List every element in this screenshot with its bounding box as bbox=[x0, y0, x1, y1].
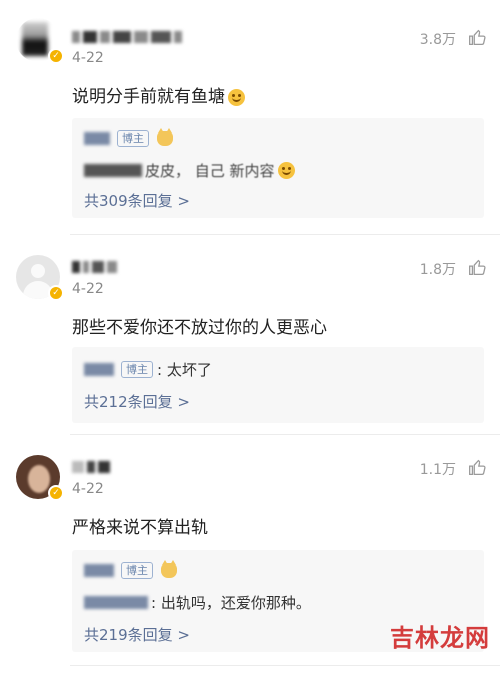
verified-badge-icon: ✓ bbox=[48, 485, 64, 501]
username-blurred[interactable] bbox=[72, 259, 117, 275]
blurred-text bbox=[84, 596, 148, 609]
reply-author-blurred bbox=[84, 564, 114, 577]
reply-author-blurred bbox=[84, 363, 114, 376]
comment-text: 说明分手前就有鱼塘 bbox=[72, 82, 245, 107]
comment-date: 4-22 bbox=[72, 481, 104, 497]
site-watermark: 吉林龙网 bbox=[390, 624, 490, 652]
author-tag: 博主 bbox=[121, 361, 153, 378]
reply-box[interactable]: 博主 皮皮， 自己 新内容 共309条回复 > bbox=[72, 118, 484, 218]
reply-author-blurred bbox=[84, 132, 110, 145]
username-blurred[interactable] bbox=[72, 29, 182, 45]
username-blurred[interactable] bbox=[72, 459, 110, 475]
comment-text: 那些不爱你还不放过你的人更恶心 bbox=[72, 318, 327, 338]
reply-text: : 出轨吗，还爱你那种。 bbox=[84, 592, 311, 613]
blurred-text bbox=[84, 164, 142, 177]
verified-badge-icon: ✓ bbox=[48, 48, 64, 64]
reply-header: 博主 : 太坏了 bbox=[84, 359, 212, 380]
view-replies-link[interactable]: 共219条回复 > bbox=[84, 624, 190, 645]
reply-header: 博主 bbox=[84, 128, 173, 147]
reply-visible-text: : 太坏了 bbox=[157, 361, 212, 379]
thumbs-up-icon[interactable] bbox=[466, 456, 488, 478]
cat-emoji-icon bbox=[157, 128, 173, 146]
like-count: 1.1万 bbox=[419, 462, 456, 478]
reply-text: 皮皮， 自己 新内容 bbox=[84, 160, 295, 181]
comment-date: 4-22 bbox=[72, 50, 104, 66]
comment-date: 4-22 bbox=[72, 281, 104, 297]
comment-item: ✓ 4-22 1.8万 那些不爱你还不放过你的人更恶心 博主 : 太坏了 共21… bbox=[0, 235, 500, 435]
verified-badge-icon: ✓ bbox=[48, 285, 64, 301]
comment-item: ✓ 4-22 3.8万 说明分手前就有鱼塘 博主 皮皮， 自己 新内容 共309… bbox=[0, 0, 500, 230]
reply-header: 博主 bbox=[84, 560, 177, 579]
cat-emoji-icon bbox=[161, 560, 177, 578]
like-count: 1.8万 bbox=[419, 262, 456, 278]
smile-emoji-icon bbox=[228, 88, 245, 106]
avatar[interactable]: ✓ bbox=[16, 255, 64, 301]
thumbs-up-icon[interactable] bbox=[466, 26, 488, 48]
like-count: 3.8万 bbox=[419, 32, 456, 48]
avatar[interactable]: ✓ bbox=[16, 455, 64, 501]
thumbs-up-icon[interactable] bbox=[466, 256, 488, 278]
reply-box[interactable]: 博主 : 太坏了 共212条回复 > bbox=[72, 347, 484, 423]
divider bbox=[70, 665, 500, 666]
avatar[interactable]: ✓ bbox=[16, 18, 64, 64]
smile-emoji-icon bbox=[277, 162, 295, 179]
comment-text: 严格来说不算出轨 bbox=[72, 518, 208, 538]
reply-visible-text: : 出轨吗，还爱你那种。 bbox=[151, 594, 311, 612]
author-tag: 博主 bbox=[121, 562, 153, 579]
view-replies-link[interactable]: 共212条回复 > bbox=[84, 391, 190, 412]
author-tag: 博主 bbox=[117, 130, 149, 147]
reply-visible-text: 皮皮， 自己 新内容 bbox=[145, 162, 275, 180]
view-replies-link[interactable]: 共309条回复 > bbox=[84, 190, 190, 211]
